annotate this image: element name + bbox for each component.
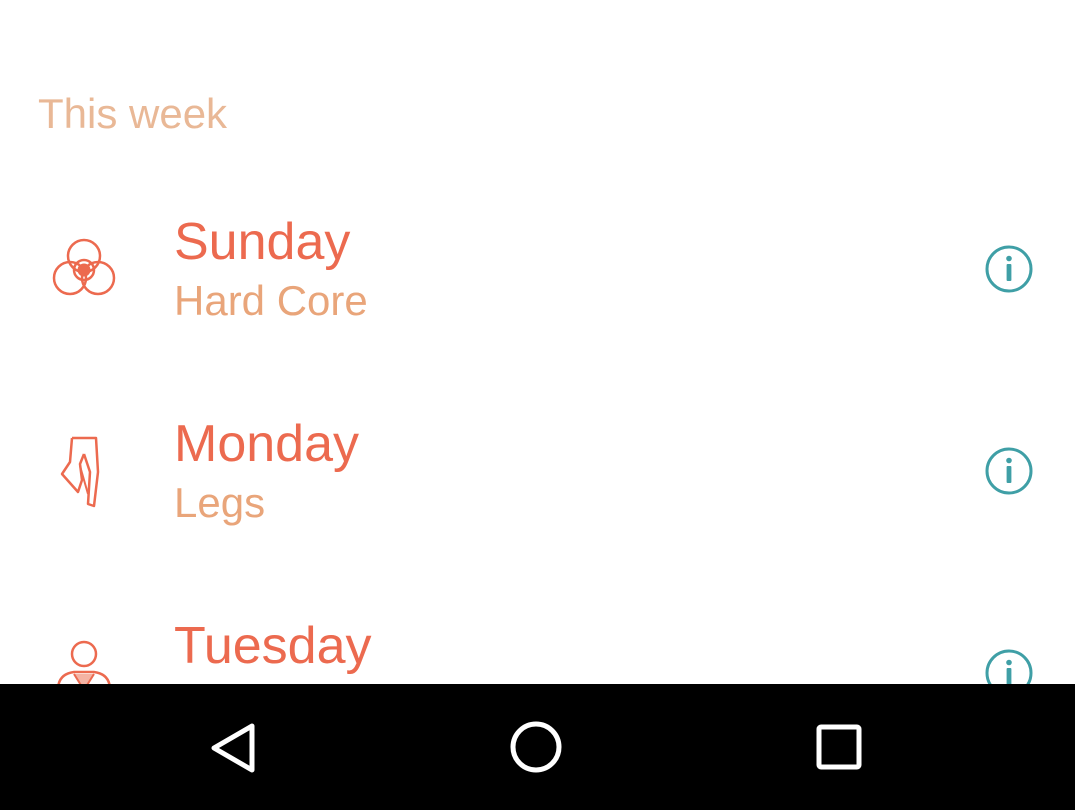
- day-label: Monday: [174, 415, 359, 473]
- workout-week-list-screen: This week Sunday Hard Core Monday Legs T…: [0, 0, 1075, 684]
- list-item-tuesday[interactable]: Tuesday: [0, 572, 1075, 684]
- list-item-text: Monday Legs: [174, 414, 359, 528]
- recents-icon[interactable]: [779, 684, 899, 810]
- list-item-text: Sunday Hard Core: [174, 212, 368, 326]
- info-icon[interactable]: [984, 446, 1034, 496]
- day-list: Sunday Hard Core Monday Legs Tuesday: [0, 168, 1075, 684]
- list-item-text: Tuesday: [174, 616, 372, 680]
- list-item-sunday[interactable]: Sunday Hard Core: [0, 168, 1075, 370]
- day-label: Tuesday: [174, 617, 372, 675]
- info-icon[interactable]: [984, 648, 1034, 684]
- section-header-this-week: This week: [38, 90, 228, 137]
- system-navigation-bar: [0, 684, 1075, 810]
- day-label: Sunday: [174, 213, 351, 271]
- legs-icon: [44, 432, 124, 512]
- list-item-monday[interactable]: Monday Legs: [0, 370, 1075, 572]
- screen: This week Sunday Hard Core Monday Legs T…: [0, 0, 1075, 810]
- back-icon[interactable]: [174, 684, 294, 810]
- info-icon[interactable]: [984, 244, 1034, 294]
- workout-label: Legs: [174, 479, 266, 526]
- upper-body-icon: [44, 634, 124, 684]
- home-icon[interactable]: [476, 684, 596, 810]
- workout-label: Hard Core: [174, 277, 368, 324]
- core-icon: [44, 230, 124, 310]
